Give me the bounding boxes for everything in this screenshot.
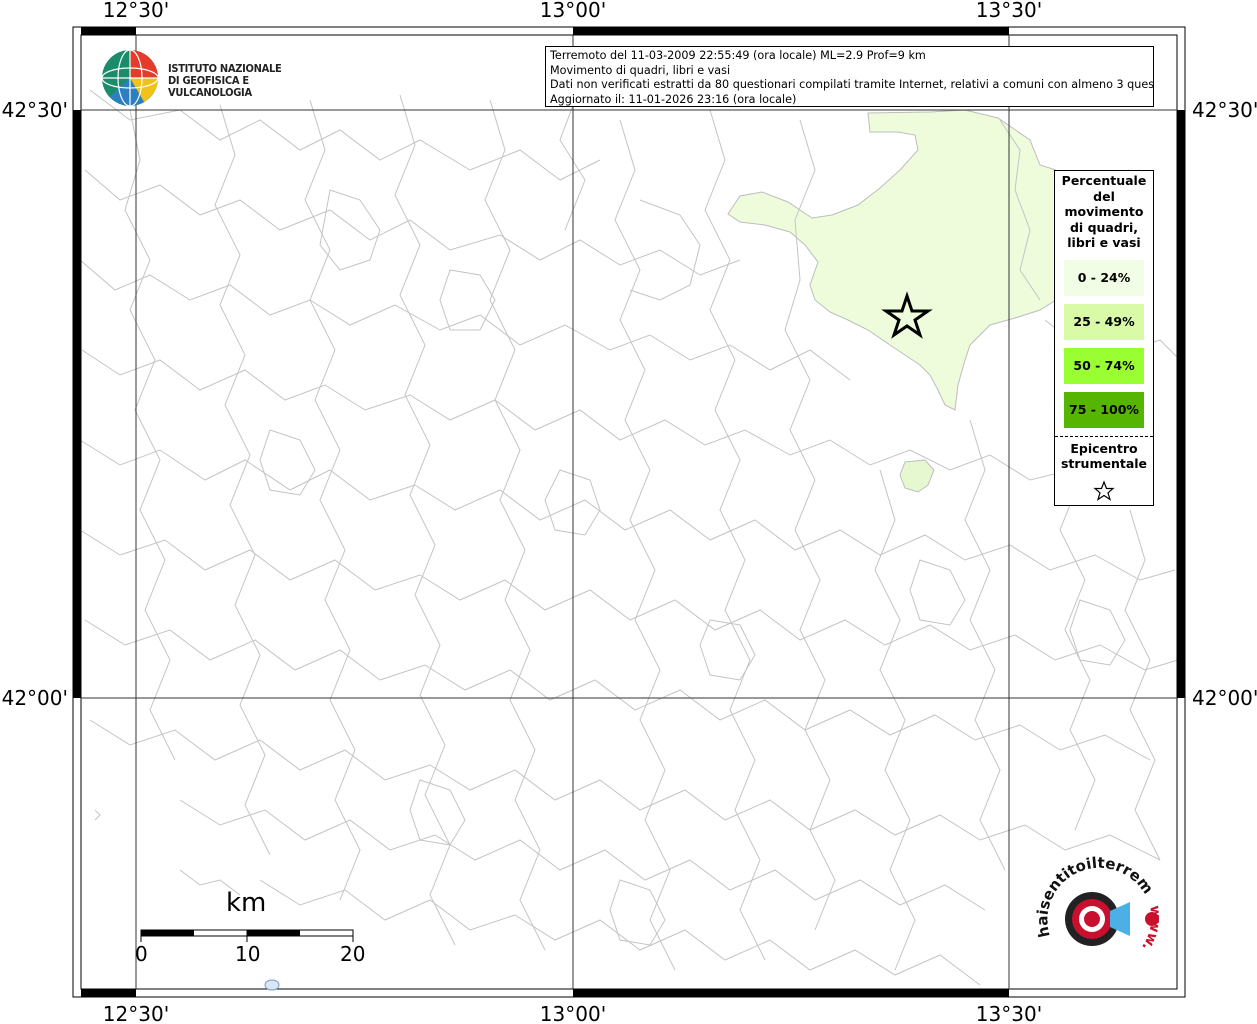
earthquake-info-box: Terremoto del 11-03-2009 22:55:49 (ora l… bbox=[545, 46, 1154, 107]
lon-tick-top-1: 12°30' bbox=[103, 0, 169, 22]
legend-class-1: 0 - 24% bbox=[1064, 259, 1144, 296]
lon-tick-bottom-1: 12°30' bbox=[103, 1002, 169, 1024]
legend-class-3: 50 - 74% bbox=[1064, 347, 1144, 384]
lake-shape bbox=[264, 979, 280, 991]
legend-title: Percentuale del movimento di quadri, lib… bbox=[1061, 173, 1147, 250]
info-line-data-source: Dati non verificati estratti da 80 quest… bbox=[550, 78, 1154, 92]
scale-label-20: 20 bbox=[340, 942, 366, 966]
logo-line-2: DI GEOFISICA E VULCANOLOGIA bbox=[168, 74, 252, 99]
info-line-updated: Aggiornato il: 11-01-2026 23:16 (ora loc… bbox=[550, 92, 797, 106]
ingv-globe-icon bbox=[101, 49, 159, 107]
info-line-effect: Movimento di quadri, libri e vasi bbox=[550, 63, 731, 77]
lon-tick-top-2: 13°00' bbox=[540, 0, 606, 22]
legend-star-icon bbox=[1093, 479, 1115, 501]
lat-tick-right-1: 42°30' bbox=[1192, 98, 1257, 122]
scale-label-10: 10 bbox=[235, 942, 261, 966]
scale-unit: km bbox=[226, 888, 267, 918]
map-legend: Percentuale del movimento di quadri, lib… bbox=[1054, 170, 1154, 506]
ingv-logo-text: ISTITUTO NAZIONALE DI GEOFISICA E VULCAN… bbox=[168, 63, 330, 99]
lon-tick-bottom-2: 13°00' bbox=[540, 1002, 606, 1024]
lat-tick-left-1: 42°30' bbox=[2, 98, 68, 122]
lon-tick-bottom-3: 13°30' bbox=[976, 1002, 1042, 1024]
legend-class-4: 75 - 100% bbox=[1064, 391, 1144, 428]
haisentito-logo-icon: haisentitoilterremoto.it www. bbox=[1025, 842, 1164, 954]
legend-separator bbox=[1055, 435, 1153, 437]
lat-tick-left-2: 42°00' bbox=[2, 686, 68, 710]
legend-class-2: 25 - 49% bbox=[1064, 303, 1144, 340]
info-line-event: Terremoto del 11-03-2009 22:55:49 (ora l… bbox=[550, 49, 926, 62]
lat-tick-right-2: 42°00' bbox=[1192, 686, 1257, 710]
lon-tick-top-3: 13°30' bbox=[976, 0, 1042, 22]
haisentito-watermark: haisentitoilterremoto.it www. bbox=[1025, 842, 1170, 976]
scale-label-0: 0 bbox=[135, 942, 148, 966]
legend-epicenter-label: Epicentro strumentale bbox=[1060, 440, 1148, 472]
ingv-logo: ISTITUTO NAZIONALE DI GEOFISICA E VULCAN… bbox=[100, 47, 330, 109]
